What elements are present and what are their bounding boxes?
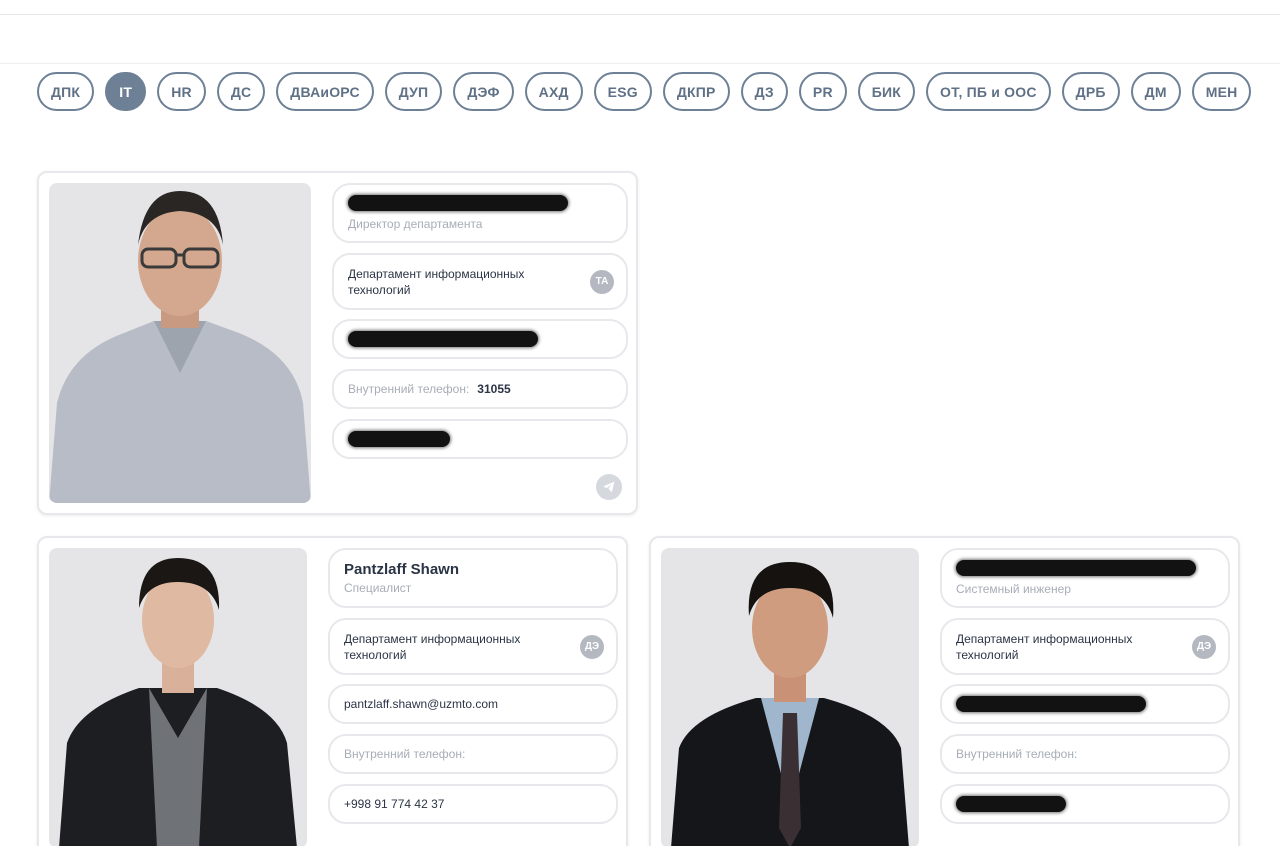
department-field: Департамент информационных технологий ДЭ xyxy=(328,618,618,675)
name-field: Директор департамента xyxy=(332,183,628,243)
redacted-mobile xyxy=(956,796,1066,812)
email-field[interactable] xyxy=(940,684,1230,724)
tab-dpk[interactable]: ДПК xyxy=(37,72,95,111)
header-divider xyxy=(0,14,1280,15)
employee-card: Директор департамента Департамент информ… xyxy=(37,171,638,515)
initials-badge: ДЭ xyxy=(1192,634,1216,659)
redacted-email xyxy=(956,696,1146,712)
mobile-field[interactable] xyxy=(940,784,1230,824)
name-field: Системный инженер xyxy=(940,548,1230,608)
tab-drb[interactable]: ДРБ xyxy=(1061,72,1120,111)
telegram-icon[interactable] xyxy=(596,474,622,500)
tab-men[interactable]: МЕН xyxy=(1191,72,1252,111)
tab-dkpr[interactable]: ДКПР xyxy=(662,72,730,111)
position-label: Специалист xyxy=(344,580,412,595)
email-value[interactable]: pantzlaff.shawn@uzmto.com xyxy=(344,697,602,711)
tab-ahd[interactable]: АХД xyxy=(524,72,583,111)
position-label: Директор департамента xyxy=(348,216,483,231)
redacted-mobile xyxy=(348,431,450,447)
email-field[interactable]: pantzlaff.shawn@uzmto.com xyxy=(328,684,618,724)
tabs-divider xyxy=(0,63,1280,64)
tab-dz[interactable]: ДЗ xyxy=(740,72,788,111)
tab-it[interactable]: IT xyxy=(105,72,147,111)
internal-phone-value: 31055 xyxy=(477,382,511,396)
internal-phone-label: Внутренний телефон: xyxy=(348,382,470,396)
tab-ds[interactable]: ДС xyxy=(216,72,266,111)
tab-pr[interactable]: PR xyxy=(798,72,847,111)
tab-dup[interactable]: ДУП xyxy=(384,72,443,111)
employee-card: Pantzlaff Shawn Специалист Департамент и… xyxy=(37,536,628,846)
department-tabs: ДПК IT HR ДС ДВАиОРС ДУП ДЭФ АХД ESG ДКП… xyxy=(37,72,1252,111)
mobile-field[interactable]: +998 91 774 42 37 xyxy=(328,784,618,824)
email-field[interactable] xyxy=(332,319,628,359)
department-field: Департамент информационных технологий ДЭ xyxy=(940,618,1230,675)
internal-phone-field: Внутренний телефон: xyxy=(940,734,1230,774)
tab-hr[interactable]: HR xyxy=(157,72,206,111)
tab-dvaiors[interactable]: ДВАиОРС xyxy=(276,72,374,111)
employee-photo xyxy=(49,183,311,503)
internal-phone-label: Внутренний телефон: xyxy=(956,747,1078,761)
internal-phone-field: Внутренний телефон: xyxy=(328,734,618,774)
department-label: Департамент информационных технологий xyxy=(344,631,521,662)
redacted-name xyxy=(348,194,568,211)
redacted-name xyxy=(956,559,1196,576)
redacted-email xyxy=(348,331,538,347)
employee-name: Pantzlaff Shawn xyxy=(344,560,460,578)
tab-ot-pb-oos[interactable]: ОТ, ПБ и ООС xyxy=(926,72,1051,111)
internal-phone-field: Внутренний телефон: 31055 xyxy=(332,369,628,409)
tab-bik[interactable]: БИК xyxy=(857,72,916,111)
employee-photo xyxy=(49,548,307,846)
employee-photo xyxy=(661,548,919,846)
department-field: Департамент информационных технологий ТА xyxy=(332,253,628,310)
internal-phone-label: Внутренний телефон: xyxy=(344,747,466,761)
initials-badge: ТА xyxy=(590,269,614,294)
department-label: Департамент информационных технологий xyxy=(956,631,1133,662)
mobile-field[interactable] xyxy=(332,419,628,459)
initials-badge: ДЭ xyxy=(580,634,604,659)
employee-card: Системный инженер Департамент информацио… xyxy=(649,536,1240,846)
tab-def[interactable]: ДЭФ xyxy=(453,72,514,111)
tab-esg[interactable]: ESG xyxy=(593,72,652,111)
tab-dm[interactable]: ДМ xyxy=(1130,72,1181,111)
position-label: Системный инженер xyxy=(956,581,1071,596)
department-label: Департамент информационных технологий xyxy=(348,266,525,297)
mobile-value[interactable]: +998 91 774 42 37 xyxy=(344,797,602,811)
name-field: Pantzlaff Shawn Специалист xyxy=(328,548,618,608)
